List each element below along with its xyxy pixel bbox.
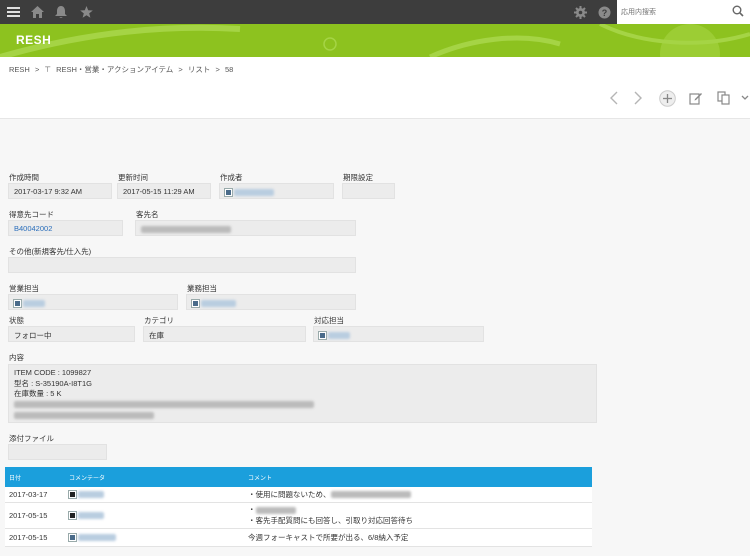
content-line: 在庫数量 : 5 K	[14, 389, 62, 398]
delivery-value	[135, 220, 356, 236]
status-value: フォロー中	[8, 326, 135, 342]
gear-icon[interactable]	[572, 4, 588, 20]
column-header-comment: コメント	[244, 467, 592, 487]
breadcrumb-root[interactable]: RESH	[9, 65, 30, 74]
content-label: 内容	[9, 353, 24, 362]
avatar	[191, 298, 200, 308]
previous-record-icon[interactable]	[605, 89, 623, 107]
column-header-date: 日付	[5, 467, 65, 487]
content-line: 型名 : S-35190A-I8T1G	[14, 378, 92, 388]
add-record-icon[interactable]	[658, 89, 676, 107]
search-box[interactable]	[617, 0, 750, 24]
breadcrumb-app[interactable]: RESH・営業・アクションアイテム	[56, 65, 173, 74]
comment-commenter	[65, 528, 244, 547]
customer-code-label: 得意先コード	[9, 210, 54, 219]
breadcrumb-list[interactable]: リスト	[188, 65, 211, 74]
redacted-line	[14, 410, 591, 421]
more-options-icon[interactable]	[740, 89, 750, 107]
comment-date: 2017-03-17	[5, 487, 65, 503]
table-header-row: 日付 コメンテータ コメント	[5, 467, 592, 487]
redacted-user[interactable]	[328, 331, 350, 339]
next-record-icon[interactable]	[629, 89, 647, 107]
comment-commenter	[65, 502, 244, 529]
avatar	[68, 533, 77, 543]
banner-decoration	[0, 24, 750, 57]
home-icon[interactable]	[29, 4, 45, 20]
category-value: 在庫	[143, 326, 306, 342]
redacted-text	[141, 225, 231, 233]
ops-rep-label: 業務担当	[187, 284, 217, 293]
avatar	[318, 330, 327, 340]
search-input[interactable]	[621, 6, 721, 18]
comment-text: ・使用に問題ないため、	[244, 487, 592, 503]
comment-date: 2017-05-15	[5, 502, 65, 529]
content-line: ITEM CODE : 1099827	[14, 368, 92, 377]
comment-date: 2017-05-15	[5, 528, 65, 547]
redacted-user[interactable]	[78, 512, 104, 520]
comments-table: 日付 コメンテータ コメント 2017-03-17 ・使用に問題ないため、 20…	[5, 467, 592, 547]
content-value: ITEM CODE : 1099827 型名 : S-35190A-I8T1G …	[8, 364, 597, 423]
redacted-user[interactable]	[234, 188, 274, 196]
updated-time-value: 2017-05-15 11:29 AM	[117, 183, 211, 199]
deadline-value	[342, 183, 395, 199]
redacted-user[interactable]	[78, 534, 116, 542]
star-icon[interactable]	[78, 4, 94, 20]
sales-rep-label: 営業担当	[9, 284, 39, 293]
avatar	[13, 298, 22, 308]
category-label: カテゴリ	[144, 316, 174, 325]
redacted-user[interactable]	[78, 491, 104, 499]
comment-commenter	[65, 487, 244, 503]
ops-rep-value	[186, 294, 356, 310]
created-time-label: 作成時間	[9, 173, 39, 182]
creator-value	[219, 183, 334, 199]
delivery-label: 客先名	[136, 210, 159, 219]
app-banner: RESH	[0, 24, 750, 57]
breadcrumb-record: 58	[224, 65, 234, 74]
updated-time-label: 更新时间	[118, 173, 148, 182]
status-label: 状態	[9, 316, 24, 325]
duplicate-icon[interactable]	[715, 89, 733, 107]
handler-value	[313, 326, 484, 342]
redacted-text	[330, 491, 411, 499]
pin-icon: ⊤	[44, 65, 51, 74]
redacted-text	[255, 506, 296, 514]
column-header-commenter: コメンテータ	[65, 467, 244, 487]
avatar	[68, 511, 77, 521]
redacted-user[interactable]	[201, 299, 236, 307]
menu-icon[interactable]	[5, 4, 21, 20]
table-row: 2017-03-17 ・使用に問題ないため、	[5, 487, 592, 503]
help-icon[interactable]: ?	[596, 4, 612, 20]
search-icon[interactable]	[732, 5, 744, 19]
bell-icon[interactable]	[53, 4, 69, 20]
comment-text: ・ ・客先手配質問にも回答し、引取り対応回答待ち	[244, 502, 592, 529]
comment-text: 今週フォーキャストで所要が出る、6/8納入予定	[244, 528, 592, 547]
creator-label: 作成者	[220, 173, 243, 182]
svg-text:?: ?	[601, 8, 607, 18]
avatar	[68, 490, 77, 500]
edit-icon[interactable]	[687, 89, 705, 107]
app-title: RESH	[16, 33, 52, 47]
attachment-label: 添付ファイル	[9, 434, 54, 443]
deadline-label: 期限設定	[343, 173, 373, 182]
customer-code-value[interactable]: B40042002	[8, 220, 123, 236]
table-row: 2017-05-15 ・ ・客先手配質問にも回答し、引取り対応回答待ち	[5, 502, 592, 529]
redacted-line	[14, 400, 591, 411]
breadcrumb-separator: >	[215, 65, 220, 74]
sales-rep-value	[8, 294, 178, 310]
table-row: 2017-05-15 今週フォーキャストで所要が出る、6/8納入予定	[5, 528, 592, 547]
breadcrumb: RESH > ⊤ RESH・営業・アクションアイテム > リスト > 58	[9, 64, 236, 75]
other-customer-value	[8, 257, 356, 273]
top-bar: ?	[0, 0, 750, 24]
breadcrumb-separator: >	[178, 65, 183, 74]
avatar	[224, 187, 233, 197]
breadcrumb-separator: >	[34, 65, 40, 74]
created-time-value: 2017-03-17 9:32 AM	[8, 183, 112, 199]
redacted-user[interactable]	[23, 299, 45, 307]
attachment-value	[8, 444, 107, 460]
handler-label: 対応担当	[314, 316, 344, 325]
other-customer-label: その他(新規客先/仕入先)	[9, 247, 92, 256]
